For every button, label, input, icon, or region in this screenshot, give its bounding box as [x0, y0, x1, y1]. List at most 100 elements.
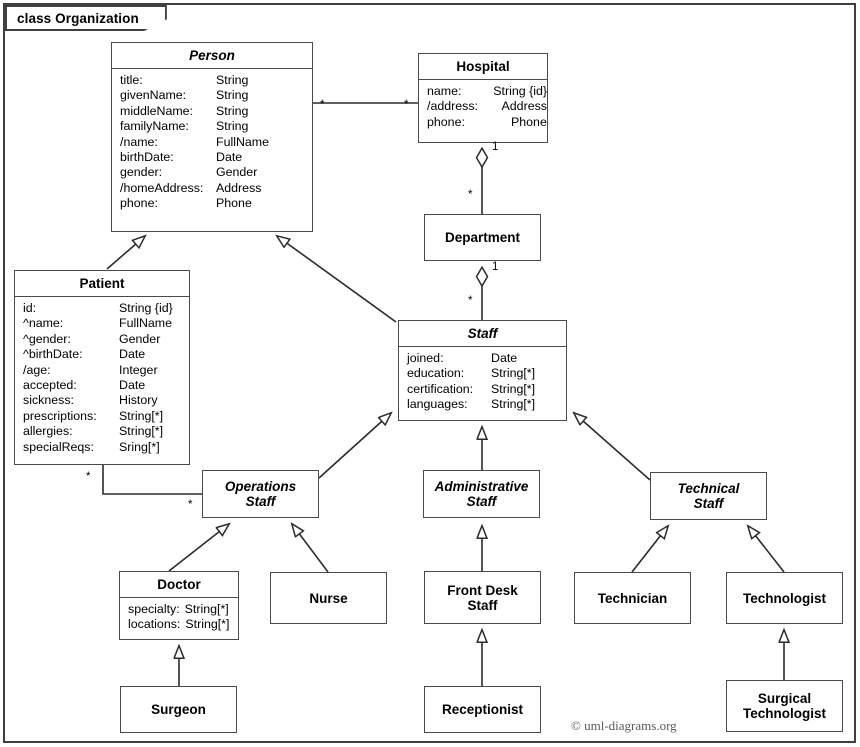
attribute-row: phone: Phone: [427, 115, 547, 130]
attribute-type: String: [216, 119, 249, 134]
attribute-type: Phone: [216, 196, 252, 211]
multiplicity-label-m-person-hospital-right: *: [404, 99, 409, 111]
attribute-row: ^birthDate: Date: [23, 347, 189, 362]
multiplicity-label-m-hospital-dept-1: 1: [492, 141, 499, 153]
attribute-type: String {id}: [119, 301, 173, 315]
attribute-name: allergies:: [23, 424, 73, 439]
attribute-name: familyName:: [120, 119, 189, 134]
multiplicity-label-m-patient-ops-left: *: [86, 471, 91, 483]
attribute-row: accepted: Date: [23, 378, 189, 393]
class-box-doctor[interactable]: Doctor specialty: String[*] locations: Strin…: [119, 571, 239, 640]
attribute-row: familyName: String: [120, 119, 312, 134]
attribute-type: String[*]: [184, 602, 229, 616]
attribute-type: Date: [119, 347, 146, 362]
attribute-type: String[*]: [119, 424, 164, 439]
attribute-row: givenName: String: [120, 88, 312, 103]
attribute-row: title: String: [120, 73, 312, 88]
class-box-surgeon[interactable]: Surgeon: [120, 686, 237, 733]
class-box-hospital[interactable]: Hospital name: String {id} /address: Address…: [418, 53, 548, 143]
attribute-type: String[*]: [491, 381, 536, 396]
class-box-staff[interactable]: Staff joined: Date education: String[*] certi…: [398, 320, 567, 421]
attribute-row: languages: String[*]: [407, 397, 566, 412]
attribute-row: middleName: String: [120, 104, 312, 119]
attribute-row: joined: Date: [407, 351, 566, 366]
class-box-front-desk-staff[interactable]: Front Desk Staff: [424, 571, 541, 624]
attribute-row: /age: Integer: [23, 363, 189, 378]
class-name-administrative-staff: Administrative Staff: [434, 479, 529, 509]
attribute-compartment-hospital: name: String {id} /address: Address phone: Ph…: [419, 80, 547, 135]
multiplicity-label-m-dept-staff-star: *: [468, 295, 473, 307]
attribute-name: sickness:: [23, 393, 74, 408]
class-box-nurse[interactable]: Nurse: [270, 572, 387, 624]
attribute-type: Sring[*]: [119, 439, 160, 454]
class-name-surgical-technologist: Surgical Technologist: [743, 691, 826, 721]
attribute-row: specialty: String[*]: [128, 602, 238, 617]
attribute-name: prescriptions:: [23, 408, 97, 423]
attribute-type: Gender: [216, 165, 258, 180]
attribute-name: phone:: [427, 114, 465, 129]
class-name-technical-staff: Technical Staff: [677, 481, 740, 511]
class-name-receptionist: Receptionist: [441, 702, 523, 717]
class-box-surgical-technologist[interactable]: Surgical Technologist: [726, 680, 843, 732]
class-box-person[interactable]: Person title: String givenName: String middle…: [111, 42, 313, 232]
attribute-row: prescriptions: String[*]: [23, 409, 189, 424]
class-box-administrative-staff[interactable]: Administrative Staff: [423, 470, 540, 518]
attribute-compartment-doctor: specialty: String[*] locations: String[*]: [120, 598, 238, 638]
attribute-type: String: [216, 73, 249, 87]
attribute-name: /name:: [120, 134, 158, 149]
multiplicity-label-m-dept-staff-1: 1: [492, 261, 499, 273]
class-box-technical-staff[interactable]: Technical Staff: [650, 472, 767, 520]
attribute-compartment-person: title: String givenName: String middleName: S…: [112, 69, 312, 217]
attribute-name: specialReqs:: [23, 439, 94, 454]
attribute-row: birthDate: Date: [120, 150, 312, 165]
attribute-name: phone:: [120, 196, 158, 211]
attribute-row: ^name: FullName: [23, 316, 189, 331]
attribute-type: Date: [216, 150, 243, 165]
class-name-technologist: Technologist: [743, 590, 826, 606]
class-name-surgeon: Surgeon: [151, 702, 206, 717]
class-name-staff: Staff: [399, 321, 566, 347]
class-box-technologist[interactable]: Technologist: [726, 572, 843, 624]
class-name-person: Person: [112, 43, 312, 69]
class-box-receptionist[interactable]: Receptionist: [424, 686, 541, 733]
class-name-front-desk-staff: Front Desk Staff: [447, 582, 518, 613]
attribute-name: specialty:: [128, 602, 180, 616]
attribute-type: Date: [119, 378, 146, 393]
attribute-compartment-staff: joined: Date education: String[*] certificat…: [399, 347, 566, 418]
attribute-row: certification: String[*]: [407, 382, 566, 397]
attribute-name: certification:: [407, 381, 474, 396]
class-name-doctor: Doctor: [120, 572, 238, 598]
attribute-row: allergies: String[*]: [23, 424, 189, 439]
class-box-patient[interactable]: Patient id: String {id} ^name: FullName ^gend…: [14, 270, 190, 465]
class-box-operations-staff[interactable]: Operations Staff: [202, 470, 319, 518]
attribute-name: languages:: [407, 397, 468, 412]
attribute-row: education: String[*]: [407, 366, 566, 381]
attribute-name: ^birthDate:: [23, 347, 83, 362]
multiplicity-label-m-hospital-dept-star: *: [468, 189, 473, 201]
attribute-row: gender: Gender: [120, 165, 312, 180]
attribute-name: /homeAddress:: [120, 180, 204, 195]
class-box-technician[interactable]: Technician: [574, 572, 691, 624]
attribute-type: History: [119, 393, 158, 408]
attribute-name: accepted:: [23, 378, 77, 393]
attribute-type: Integer: [119, 362, 158, 377]
attribute-name: /age:: [23, 362, 51, 377]
attribute-name: gender:: [120, 165, 163, 180]
attribute-name: locations:: [128, 617, 181, 632]
attribute-name: ^gender:: [23, 331, 71, 346]
attribute-row: specialReqs: Sring[*]: [23, 440, 189, 455]
attribute-type: Date: [491, 351, 518, 365]
attribute-type: Address: [216, 180, 262, 195]
attribute-name: name:: [427, 84, 462, 98]
attribute-type: Phone: [511, 114, 547, 129]
attribute-row: sickness: History: [23, 393, 189, 408]
diagram-frame-label: class Organization: [5, 5, 167, 31]
class-name-department: Department: [444, 230, 520, 245]
class-box-department[interactable]: Department: [424, 214, 541, 261]
class-name-technician: Technician: [597, 590, 668, 606]
attribute-type: String: [216, 88, 249, 103]
attribute-row: id: String {id}: [23, 301, 189, 316]
attribute-type: FullName: [119, 316, 173, 331]
attribute-row: ^gender: Gender: [23, 332, 189, 347]
attribute-name: education:: [407, 366, 465, 381]
